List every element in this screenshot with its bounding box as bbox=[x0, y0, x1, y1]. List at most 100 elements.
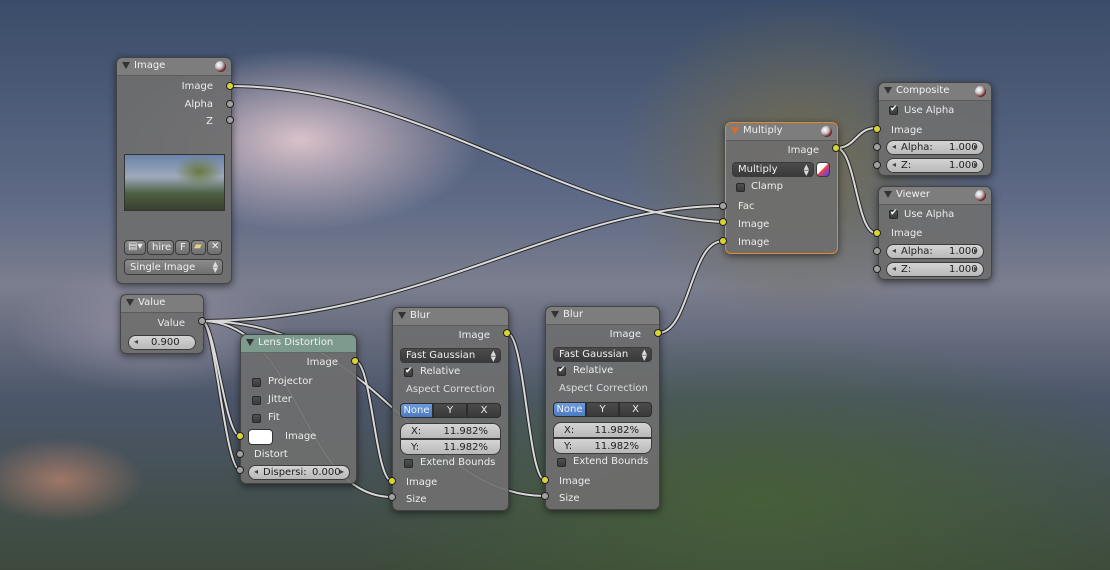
image-node[interactable]: Image Image Alpha Z ▤▾ hire F ▰ ✕ Single… bbox=[116, 57, 232, 284]
blur-2-header[interactable]: Blur bbox=[546, 307, 659, 325]
viewer-image-input-socket[interactable] bbox=[873, 229, 881, 237]
jitter-checkbox[interactable] bbox=[252, 396, 261, 405]
unlink-image-button[interactable]: ✕ bbox=[207, 240, 222, 255]
image-source-select[interactable]: Single Image ▲ ▼ bbox=[124, 259, 223, 275]
blur-1-extend-checkbox[interactable] bbox=[404, 459, 413, 468]
composite-z-field[interactable]: ◂ Z: 1.000 ▸ bbox=[886, 158, 984, 173]
blur-1-header[interactable]: Blur bbox=[393, 308, 508, 326]
collapse-triangle-icon[interactable] bbox=[246, 339, 254, 346]
decrement-arrow-icon[interactable]: ◂ bbox=[892, 246, 896, 255]
decrement-arrow-icon[interactable]: ◂ bbox=[254, 467, 258, 476]
lens-image-input-socket[interactable] bbox=[236, 432, 244, 440]
collapse-triangle-icon[interactable] bbox=[551, 311, 559, 318]
preview-sphere-icon[interactable] bbox=[975, 86, 986, 97]
collapse-triangle-icon[interactable] bbox=[126, 299, 134, 306]
value-number-field[interactable]: ◂ 0.900 bbox=[128, 335, 196, 350]
blur-1-size-input-socket[interactable] bbox=[388, 493, 396, 501]
image-color-swatch[interactable] bbox=[248, 429, 273, 445]
value-output-socket[interactable] bbox=[198, 317, 206, 325]
distort-input-socket[interactable] bbox=[236, 450, 244, 458]
viewer-node[interactable]: Viewer Use Alpha Image ◂ Alpha: 1.000 ▸ … bbox=[878, 186, 992, 280]
fit-checkbox[interactable] bbox=[252, 414, 261, 423]
projector-checkbox[interactable] bbox=[252, 378, 261, 387]
increment-arrow-icon[interactable]: ▸ bbox=[974, 246, 978, 255]
multiply-header[interactable]: Multiply bbox=[726, 123, 837, 141]
composite-z-input-socket[interactable] bbox=[873, 161, 881, 169]
collapse-triangle-icon[interactable] bbox=[398, 312, 406, 319]
collapse-triangle-icon[interactable] bbox=[731, 127, 739, 134]
viewer-use-alpha-checkbox[interactable] bbox=[889, 208, 898, 219]
blur-2-aspect-y-button[interactable]: Y bbox=[586, 402, 619, 417]
decrement-arrow-icon[interactable]: ◂ bbox=[892, 142, 896, 151]
image-browse-button[interactable]: ▤▾ bbox=[124, 240, 146, 255]
z-output-socket[interactable] bbox=[226, 116, 234, 124]
dispersion-input-socket[interactable] bbox=[236, 466, 244, 474]
decrement-arrow-icon[interactable]: ◂ bbox=[892, 160, 896, 169]
blur-2-image-input-socket[interactable] bbox=[541, 476, 549, 484]
collapse-triangle-icon[interactable] bbox=[884, 87, 892, 94]
viewer-alpha-input-socket[interactable] bbox=[873, 247, 881, 255]
blur-1-aspect-none-button[interactable]: None bbox=[400, 403, 433, 418]
lens-output-socket[interactable] bbox=[351, 357, 359, 365]
composite-use-alpha-checkbox[interactable] bbox=[889, 104, 898, 115]
multiply-node[interactable]: Multiply Image Multiply ▲ ▼ Clamp Fac Ima… bbox=[725, 122, 838, 254]
preview-sphere-icon[interactable] bbox=[215, 61, 226, 72]
increment-arrow-icon[interactable]: ▸ bbox=[340, 467, 344, 476]
blur-1-output-socket[interactable] bbox=[503, 329, 511, 337]
value-node[interactable]: Value Value ◂ 0.900 bbox=[120, 294, 204, 354]
blur-2-x-field[interactable]: X: 11.982% bbox=[553, 422, 652, 438]
multiply-output-socket[interactable] bbox=[832, 144, 840, 152]
composite-alpha-field[interactable]: ◂ Alpha: 1.000 ▸ bbox=[886, 140, 984, 155]
blur-1-filter-select[interactable]: Fast Gaussian ▲ ▼ bbox=[400, 348, 501, 363]
value-node-header[interactable]: Value bbox=[121, 295, 203, 313]
image-node-header[interactable]: Image bbox=[117, 58, 231, 76]
blur-2-relative-checkbox[interactable] bbox=[557, 365, 566, 376]
blur-2-aspect-x-button[interactable]: X bbox=[619, 402, 652, 417]
collapse-triangle-icon[interactable] bbox=[122, 62, 130, 69]
use-alpha-toggle-button[interactable] bbox=[816, 162, 830, 177]
open-image-button[interactable]: ▰ bbox=[191, 240, 206, 255]
lens-distortion-header[interactable]: Lens Distortion bbox=[241, 335, 356, 353]
lens-distortion-node[interactable]: Lens Distortion Image Projector Jitter F… bbox=[240, 334, 357, 484]
composite-alpha-input-socket[interactable] bbox=[873, 143, 881, 151]
preview-sphere-icon[interactable] bbox=[821, 126, 832, 137]
blur-2-aspect-none-button[interactable]: None bbox=[553, 402, 586, 417]
composite-image-input-socket[interactable] bbox=[873, 125, 881, 133]
image-2-input-socket[interactable] bbox=[719, 237, 727, 245]
blur-1-aspect-y-button[interactable]: Y bbox=[433, 403, 467, 418]
viewer-header[interactable]: Viewer bbox=[879, 187, 991, 205]
increment-arrow-icon[interactable]: ▸ bbox=[974, 142, 978, 151]
blur-2-output-socket[interactable] bbox=[654, 329, 662, 337]
viewer-alpha-field[interactable]: ◂ Alpha: 1.000 ▸ bbox=[886, 244, 984, 259]
blur-node-2[interactable]: Blur Image Fast Gaussian ▲▼ Relative Asp… bbox=[545, 306, 660, 510]
blur-1-x-field[interactable]: X: 11.982% bbox=[400, 423, 501, 439]
viewer-z-field[interactable]: ◂ Z: 1.000 ▸ bbox=[886, 262, 984, 277]
alpha-output-socket[interactable] bbox=[226, 100, 234, 108]
decrement-arrow-icon[interactable]: ◂ bbox=[892, 264, 896, 273]
blur-1-relative-checkbox[interactable] bbox=[404, 366, 413, 377]
increment-arrow-icon[interactable]: ▸ bbox=[974, 264, 978, 273]
blend-mode-select[interactable]: Multiply ▲ ▼ bbox=[732, 162, 814, 177]
viewer-z-input-socket[interactable] bbox=[873, 265, 881, 273]
collapse-triangle-icon[interactable] bbox=[884, 191, 892, 198]
blur-2-size-input-socket[interactable] bbox=[541, 492, 549, 500]
image-output-socket[interactable] bbox=[226, 82, 234, 90]
composite-header[interactable]: Composite bbox=[879, 83, 991, 101]
clamp-checkbox[interactable] bbox=[736, 183, 745, 192]
blur-1-image-input-socket[interactable] bbox=[388, 477, 396, 485]
image-name-field[interactable]: hire bbox=[147, 240, 174, 255]
blur-2-extend-checkbox[interactable] bbox=[557, 458, 566, 467]
image-1-input-socket[interactable] bbox=[719, 218, 727, 226]
dispersion-field[interactable]: ◂ Dispersi: 0.000 ▸ bbox=[248, 465, 350, 480]
increment-arrow-icon[interactable]: ▸ bbox=[974, 160, 978, 169]
composite-node[interactable]: Composite Use Alpha Image ◂ Alpha: 1.000… bbox=[878, 82, 992, 176]
fac-input-socket[interactable] bbox=[719, 202, 727, 210]
decrement-arrow-icon[interactable]: ◂ bbox=[134, 337, 138, 346]
blur-1-aspect-x-button[interactable]: X bbox=[467, 403, 501, 418]
blur-1-y-field[interactable]: Y: 11.982% bbox=[400, 439, 501, 455]
preview-sphere-icon[interactable] bbox=[975, 190, 986, 201]
blur-2-y-field[interactable]: Y: 11.982% bbox=[553, 438, 652, 454]
blur-2-filter-select[interactable]: Fast Gaussian ▲ ▼ bbox=[553, 347, 652, 362]
blur-node-1[interactable]: Blur Image Fast Gaussian ▲▼ Relative Asp… bbox=[392, 307, 509, 511]
fake-user-button[interactable]: F bbox=[175, 240, 190, 255]
